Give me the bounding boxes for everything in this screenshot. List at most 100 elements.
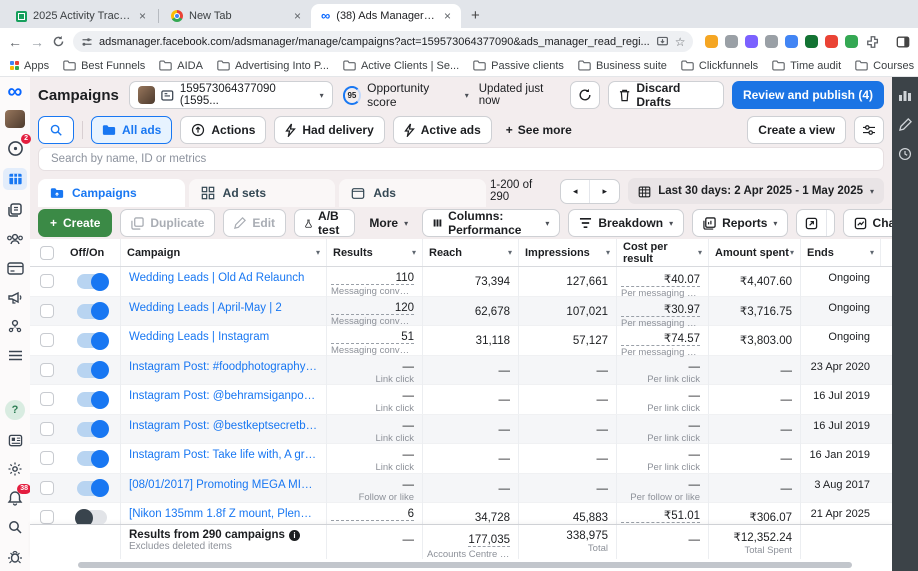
bookmark-folder[interactable]: AIDA: [159, 60, 203, 72]
extension-icon[interactable]: [725, 35, 739, 48]
tab-ads[interactable]: Ads: [339, 179, 486, 207]
col-impressions[interactable]: Impressions ▾: [518, 239, 616, 266]
row-checkbox[interactable]: [40, 362, 54, 377]
extensions-puzzle-icon[interactable]: [866, 35, 880, 49]
browser-tab-sheets[interactable]: 2025 Activity Tracker - Goog ×: [6, 4, 156, 28]
account-selector[interactable]: 159573064377090 (1595... ▾: [128, 81, 333, 109]
campaign-link[interactable]: Wedding Leads | Old Ad Relaunch: [120, 267, 326, 299]
bookmark-folder[interactable]: Courses: [855, 60, 914, 72]
col-campaign[interactable]: Campaign ▾: [120, 239, 326, 266]
date-range-picker[interactable]: Last 30 days: 2 Apr 2025 - 1 May 2025 ▾: [628, 178, 885, 204]
tab-close-icon[interactable]: ×: [292, 9, 303, 23]
sort-caret-icon[interactable]: ▾: [698, 248, 702, 257]
meta-logo[interactable]: ∞: [8, 81, 23, 102]
extension-icon[interactable]: [785, 35, 799, 48]
discard-drafts-button[interactable]: Discard Drafts: [608, 81, 724, 109]
see-more-button[interactable]: + See more: [500, 123, 578, 137]
bookmark-folder[interactable]: Clickfunnels: [681, 60, 758, 72]
notifications-bell-icon[interactable]: 38: [5, 484, 31, 507]
filter-chip-had-delivery[interactable]: Had delivery: [274, 116, 385, 144]
extension-icon[interactable]: [765, 35, 779, 48]
filter-chip-all-ads[interactable]: All ads: [91, 116, 173, 144]
extension-icon[interactable]: [805, 35, 819, 48]
row-checkbox[interactable]: [40, 480, 54, 495]
campaign-link[interactable]: Wedding Leads | Instagram: [120, 326, 326, 358]
more-button[interactable]: More ▾: [363, 216, 414, 230]
site-info-icon[interactable]: [81, 36, 93, 48]
sort-caret-icon[interactable]: ▾: [508, 248, 512, 257]
campaign-toggle[interactable]: [75, 508, 107, 524]
next-page-icon[interactable]: ▸: [590, 180, 619, 203]
sort-caret-icon[interactable]: ▾: [606, 248, 610, 257]
tab-ad-sets[interactable]: Ad sets: [188, 179, 336, 207]
export-button[interactable]: [797, 210, 828, 236]
col-amount-spent[interactable]: Amount spent ▾: [708, 239, 800, 266]
tab-campaigns[interactable]: Campaigns: [38, 179, 185, 207]
duplicate-button[interactable]: Duplicate: [120, 209, 216, 237]
install-icon[interactable]: [656, 35, 669, 48]
bookmark-folder[interactable]: Active Clients | Se...: [343, 60, 459, 72]
pages-icon[interactable]: [5, 201, 25, 219]
forward-icon[interactable]: →: [30, 35, 44, 49]
tab-close-icon[interactable]: ×: [442, 9, 453, 23]
bookmark-folder[interactable]: Time audit: [772, 60, 841, 72]
campaign-toggle[interactable]: [77, 479, 109, 497]
updates-icon[interactable]: [5, 431, 25, 449]
billing-icon[interactable]: [5, 259, 25, 277]
account-overview-icon[interactable]: 2: [5, 134, 31, 157]
opportunity-score[interactable]: 95 Opportunity score ▾: [342, 81, 469, 109]
bookmark-apps[interactable]: Apps: [10, 60, 49, 72]
row-checkbox[interactable]: [40, 333, 54, 347]
create-button[interactable]: + Create: [38, 209, 113, 237]
col-cost-per-result[interactable]: Cost per result ▾: [616, 239, 708, 266]
review-publish-button[interactable]: Review and publish (4): [731, 81, 884, 109]
campaign-toggle[interactable]: [77, 331, 109, 350]
campaigns-nav-icon[interactable]: [3, 168, 27, 190]
url-text[interactable]: adsmanager.facebook.com/adsmanager/manag…: [99, 36, 650, 48]
horizontal-scrollbar[interactable]: [78, 562, 852, 568]
sort-caret-icon[interactable]: ▾: [316, 248, 320, 257]
refresh-button[interactable]: [570, 81, 601, 109]
row-checkbox[interactable]: [40, 303, 54, 318]
reports-button[interactable]: Reports ▾: [692, 209, 789, 237]
side-panel-icon[interactable]: [896, 35, 910, 49]
col-results[interactable]: Results ▾: [326, 239, 422, 266]
extension-icon[interactable]: [845, 35, 859, 48]
bookmark-folder[interactable]: Business suite: [578, 60, 667, 72]
create-view-button[interactable]: Create a view: [747, 116, 846, 144]
sidebar-search-icon[interactable]: [5, 518, 25, 536]
history-clock-icon[interactable]: [898, 147, 912, 161]
settings-gear-icon[interactable]: [5, 460, 25, 478]
browser-tab-newtab[interactable]: New Tab ×: [161, 4, 311, 28]
extension-icon[interactable]: [745, 35, 759, 48]
ab-test-button[interactable]: A/B test: [294, 209, 356, 237]
export-options-button[interactable]: ▾: [827, 210, 833, 236]
filter-chip-active-ads[interactable]: Active ads: [392, 116, 492, 144]
insights-chart-icon[interactable]: [898, 89, 912, 102]
row-checkbox[interactable]: [40, 421, 54, 436]
sidebar-account-avatar[interactable]: [5, 110, 25, 128]
bookmark-star-icon[interactable]: ☆: [675, 35, 686, 49]
campaign-toggle[interactable]: [77, 390, 109, 409]
search-filter-button[interactable]: [38, 116, 74, 144]
ads-megaphone-icon[interactable]: [5, 288, 25, 306]
columns-button[interactable]: Columns: Performance ▾: [422, 209, 561, 237]
url-bar[interactable]: adsmanager.facebook.com/adsmanager/manag…: [73, 31, 694, 52]
prev-page-icon[interactable]: ◂: [561, 179, 591, 203]
col-reach[interactable]: Reach ▾: [422, 239, 518, 266]
report-bug-icon[interactable]: [5, 547, 25, 565]
campaign-link[interactable]: [08/01/2017] Promoting MEGA MIND PhotoG.…: [120, 473, 326, 503]
edit-button[interactable]: Edit: [223, 209, 287, 237]
campaign-toggle[interactable]: [77, 361, 109, 379]
back-icon[interactable]: ←: [8, 35, 22, 49]
extension-icon[interactable]: [705, 35, 719, 48]
search-input[interactable]: [38, 147, 884, 171]
bookmark-folder[interactable]: Best Funnels: [63, 60, 145, 72]
audiences-icon[interactable]: [5, 230, 25, 248]
row-checkbox[interactable]: [40, 451, 54, 465]
campaign-link[interactable]: Instagram Post: #foodphotography . . . .…: [120, 355, 326, 385]
campaign-link[interactable]: Instagram Post: Take life with, A grain …: [120, 444, 326, 473]
campaign-link[interactable]: Instagram Post: @bestkeptsecretband @abh…: [120, 414, 326, 444]
extension-icon[interactable]: [825, 35, 839, 48]
edit-pencil-icon[interactable]: [898, 118, 912, 131]
